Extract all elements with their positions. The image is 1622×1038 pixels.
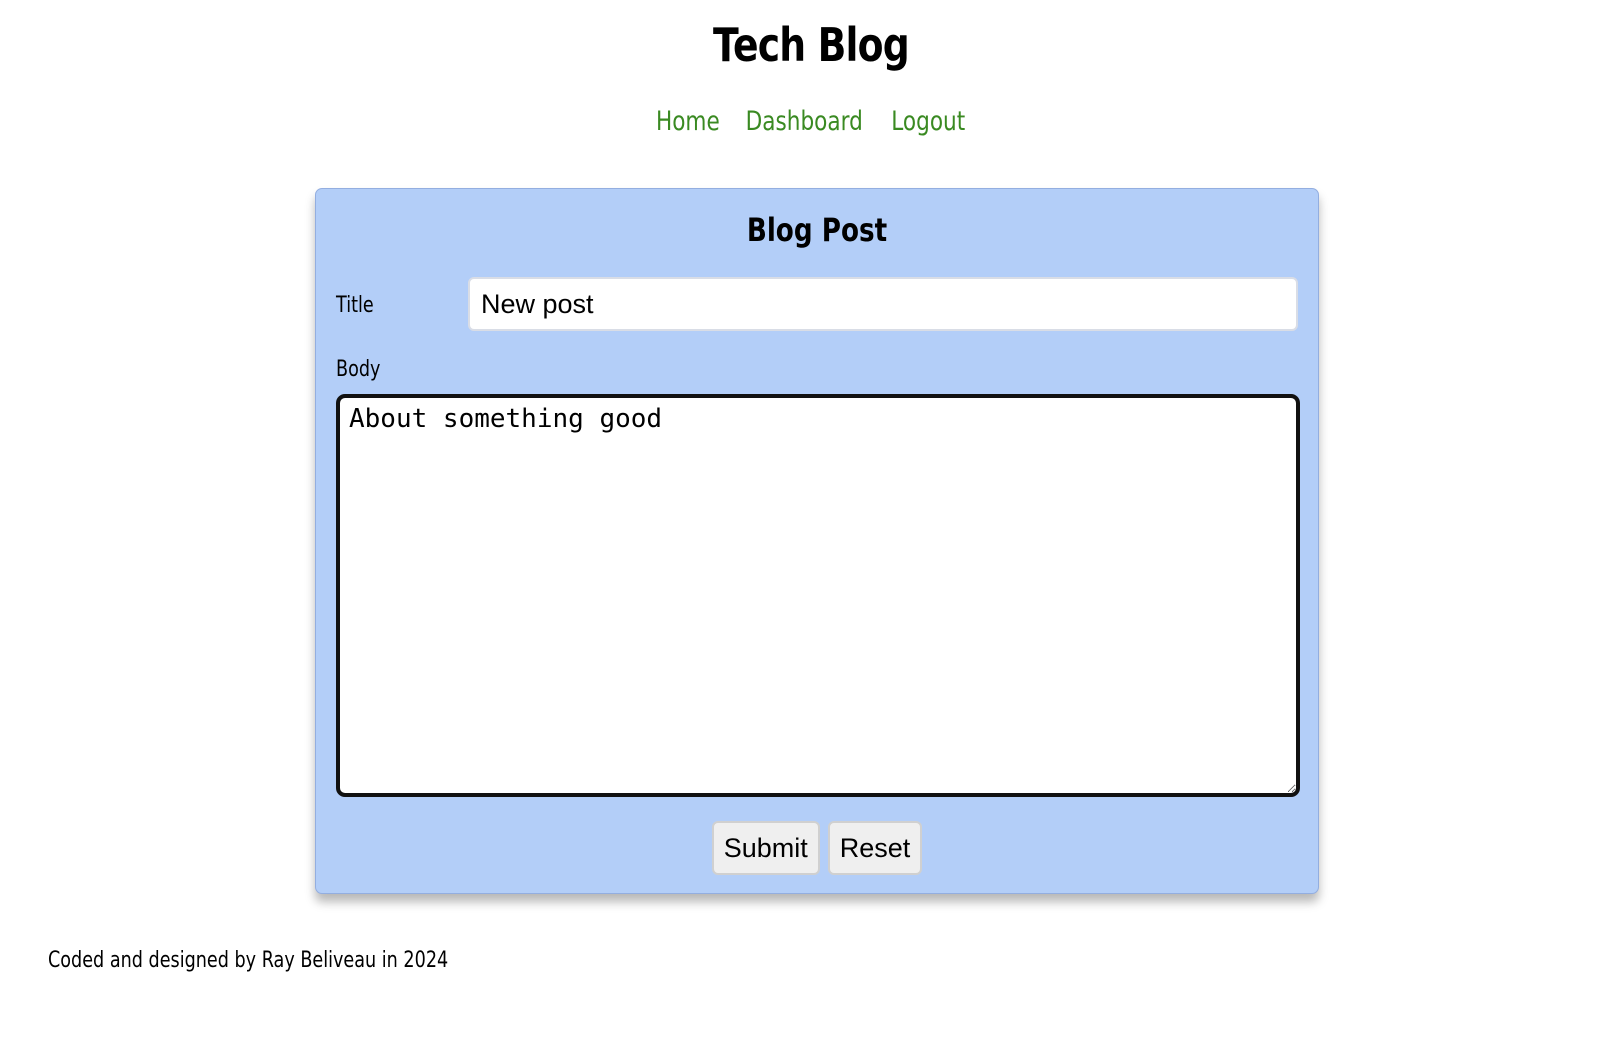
body-textarea[interactable]: About something good <box>336 394 1300 797</box>
body-label: Body <box>336 357 381 382</box>
form-heading: Blog Post <box>746 211 888 249</box>
title-label: Title <box>336 293 374 318</box>
blog-post-form: Blog Post Title Body About something goo… <box>315 188 1319 894</box>
main-nav: Home Dashboard Logout <box>0 106 1622 137</box>
reset-button[interactable]: Reset <box>827 821 923 875</box>
title-input[interactable] <box>468 277 1298 331</box>
form-buttons: Submit Reset <box>316 821 1318 875</box>
nav-logout-link[interactable]: Logout <box>891 106 965 137</box>
submit-button[interactable]: Submit <box>711 821 820 875</box>
footer-credit: Coded and designed by Ray Beliveau in 20… <box>48 948 449 973</box>
nav-dashboard-link[interactable]: Dashboard <box>746 106 863 137</box>
nav-home-link[interactable]: Home <box>656 106 720 137</box>
site-title: Tech Blog <box>713 18 910 72</box>
